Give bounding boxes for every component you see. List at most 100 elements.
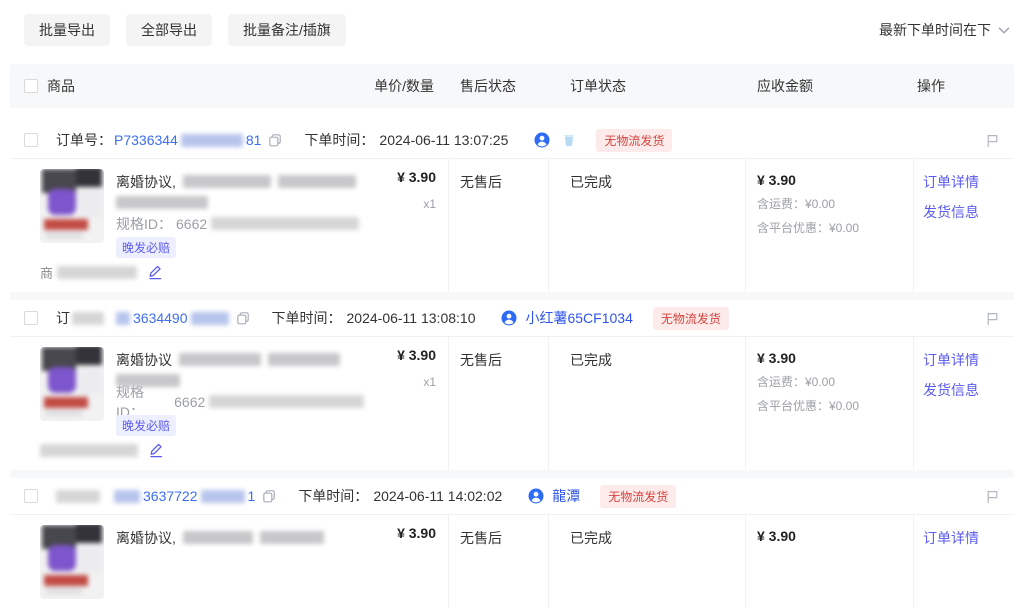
redacted-title	[179, 353, 261, 366]
edit-note-icon[interactable]	[147, 264, 164, 280]
shipping-info-link[interactable]: 发货信息	[923, 380, 1014, 400]
flag-icon[interactable]	[985, 311, 1000, 326]
order-no-link[interactable]: 3637722 1	[114, 488, 255, 504]
flag-icon[interactable]	[985, 133, 1000, 148]
col-header-product: 商品	[47, 76, 75, 96]
redacted-label	[56, 490, 100, 503]
copy-icon[interactable]	[262, 489, 276, 503]
product-row: 离婚协议, ¥ 3.90 无售后 已完成 ¥ 3.90 订单详情	[10, 515, 1014, 608]
sort-label: 最新下单时间在下	[879, 20, 991, 40]
product-thumbnail	[40, 169, 104, 243]
user-icon[interactable]	[501, 310, 517, 326]
redacted-order-no	[181, 134, 243, 147]
edit-note-icon[interactable]	[148, 442, 165, 458]
freight-included: 含运费：¥0.00	[757, 195, 913, 212]
receivable-amount: ¥ 3.90	[757, 350, 913, 366]
export-all-button[interactable]: 全部导出	[126, 14, 212, 46]
toolbar: 批量导出 全部导出 批量备注/插旗 最新下单时间在下	[10, 14, 1014, 46]
buyer-name[interactable]: 小红薯65CF1034	[525, 308, 632, 328]
order-group: 3637722 1 下单时间： 2024-06-11 14:02:02 龍潭 无…	[10, 478, 1014, 608]
aftersale-status: 无售后	[448, 347, 548, 436]
late-ship-tag: 晚发必赔	[116, 237, 176, 258]
group-separator	[10, 470, 1014, 478]
order-checkbox[interactable]	[24, 489, 38, 503]
order-header: 订 3634490 下单时间： 2024-06-11 13:08:10 小红薯6…	[10, 300, 1014, 336]
order-body: 离婚协议, ¥ 3.90 无售后 已完成 ¥ 3.90 订单详情	[10, 514, 1014, 608]
shipping-info-link[interactable]: 发货信息	[923, 202, 1014, 222]
product-thumbnail	[40, 525, 104, 599]
order-checkbox[interactable]	[24, 311, 38, 325]
redacted-title	[278, 175, 356, 188]
freight-included: 含运费：¥0.00	[757, 373, 913, 390]
unit-price: ¥ 3.90	[364, 525, 436, 541]
order-no-link[interactable]: P7336344 81	[114, 132, 261, 148]
order-no-label: 订	[56, 308, 70, 328]
order-no-prefix: P7336344	[114, 132, 178, 148]
buyer-name[interactable]: 龍潭	[552, 486, 580, 506]
product-row: 离婚协议, 规格ID：6662 晚发必赔 ¥ 3.90 x1	[10, 159, 1014, 252]
unit-price: ¥ 3.90	[364, 347, 436, 363]
redacted-title	[268, 353, 340, 366]
order-body: 离婚协议, 规格ID：6662 晚发必赔 ¥ 3.90 x1	[10, 158, 1014, 292]
redacted-title	[183, 175, 271, 188]
order-no-label: 订单号：	[56, 130, 112, 150]
logistics-badge: 无物流发货	[600, 485, 676, 508]
order-time-value: 2024-06-11 13:07:25	[379, 132, 508, 148]
receivable-amount: ¥ 3.90	[757, 172, 913, 188]
product-row: 离婚协议 规格ID：6662 晚发必赔 ¥ 3.90 x1	[10, 337, 1014, 430]
sort-control[interactable]: 最新下单时间在下	[879, 20, 1014, 40]
batch-export-button[interactable]: 批量导出	[24, 14, 110, 46]
order-time-label: 下单时间：	[298, 486, 368, 506]
copy-icon[interactable]	[268, 133, 282, 147]
batch-note-flag-button[interactable]: 批量备注/插旗	[228, 14, 346, 46]
redacted-order-no	[191, 312, 229, 325]
order-group: 订单号： P7336344 81 下单时间： 2024-06-11 13:07:…	[10, 122, 1014, 292]
aftersale-status: 无售后	[448, 169, 548, 258]
order-group: 订 3634490 下单时间： 2024-06-11 13:08:10 小红薯6…	[10, 300, 1014, 470]
order-checkbox[interactable]	[24, 133, 38, 147]
order-time-value: 2024-06-11 14:02:02	[373, 488, 502, 504]
user-icon[interactable]	[534, 132, 550, 148]
receivable-amount: ¥ 3.90	[757, 528, 913, 544]
note-row	[10, 430, 1014, 470]
order-status: 已完成	[548, 347, 745, 436]
user-icon[interactable]	[528, 488, 544, 504]
col-header-price-qty: 单价/数量	[374, 76, 448, 96]
order-no-mid: 3637722	[143, 488, 198, 504]
order-detail-link[interactable]: 订单详情	[923, 528, 1014, 548]
logistics-badge: 无物流发货	[596, 129, 672, 152]
order-no-suffix: 81	[246, 132, 262, 148]
order-time-label: 下单时间：	[304, 130, 374, 150]
redacted-spec-id	[209, 395, 364, 408]
redacted-title	[183, 531, 253, 544]
redacted-order-no	[201, 490, 245, 503]
col-header-status: 订单状态	[548, 76, 745, 96]
cup-icon[interactable]	[562, 132, 576, 148]
product-title: 离婚协议,	[116, 172, 176, 192]
order-header: 3637722 1 下单时间： 2024-06-11 14:02:02 龍潭 无…	[10, 478, 1014, 514]
order-detail-link[interactable]: 订单详情	[923, 350, 1014, 370]
quantity: x1	[364, 375, 436, 389]
platform-discount-included: 含平台优惠：¥0.00	[757, 219, 913, 236]
redacted-spec-id	[211, 217, 359, 230]
flag-icon[interactable]	[985, 489, 1000, 504]
redacted-order-no	[116, 312, 130, 325]
platform-discount-included: 含平台优惠：¥0.00	[757, 397, 913, 414]
redacted-note	[40, 444, 138, 457]
late-ship-tag: 晚发必赔	[116, 415, 176, 436]
product-thumbnail	[40, 347, 104, 421]
order-no-link[interactable]: 3634490	[116, 310, 229, 326]
redacted-note	[57, 266, 137, 279]
order-time-value: 2024-06-11 13:08:10	[347, 310, 476, 326]
select-all-checkbox[interactable]	[24, 79, 38, 93]
note-prefix: 商	[40, 263, 53, 282]
spec-id-prefix: 6662	[174, 394, 205, 410]
redacted-title	[260, 531, 324, 544]
order-header: 订单号： P7336344 81 下单时间： 2024-06-11 13:07:…	[10, 122, 1014, 158]
logistics-badge: 无物流发货	[653, 307, 729, 330]
order-detail-link[interactable]: 订单详情	[923, 172, 1014, 192]
spec-id-prefix: 6662	[176, 216, 207, 232]
copy-icon[interactable]	[236, 311, 250, 325]
order-no-mid: 3634490	[133, 310, 188, 326]
redacted-order-no	[114, 490, 140, 503]
